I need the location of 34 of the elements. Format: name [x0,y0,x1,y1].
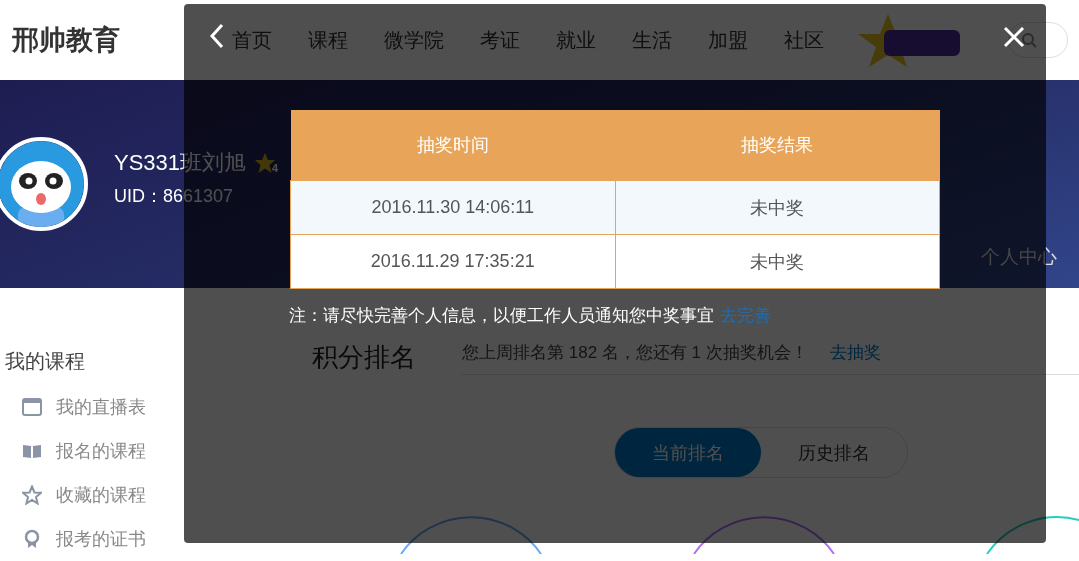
nav-link[interactable]: 就业 [556,26,596,54]
nav-link[interactable]: 加盟 [708,26,748,54]
sidebar-title: 我的课程 [5,349,86,374]
level-badge: 4 [254,152,279,174]
section-title: 积分排名 [312,341,417,374]
sidebar-link[interactable]: 报考的证书 [56,527,146,551]
nav-link[interactable]: 首页 [232,26,272,54]
nav-link[interactable]: 考证 [480,26,520,54]
sidebar-link[interactable]: 收藏的课程 [56,483,146,507]
site-logo[interactable]: 邢帅教育 [12,22,202,58]
ranking-summary: 您上周排名第 182 名，您还有 1 次抽奖机会！ [462,342,808,364]
sidebar-link[interactable]: 报名的课程 [56,439,146,463]
nav-link[interactable]: 课程 [308,26,348,54]
complete-info-link[interactable]: 去完善 [720,304,771,327]
calendar-icon [22,397,42,417]
user-id: UID：8661307 [114,185,235,208]
notice-text: 注：请尽快完善个人信息，以便工作人员通知您中奖事宜 [289,305,714,327]
draw-link[interactable]: 去抽奖 [829,341,881,364]
nav-link[interactable]: 社区 [784,26,824,54]
ranking-tab[interactable]: 历史排名 [761,428,907,477]
search-icon [1021,32,1037,48]
ranking-tab[interactable]: 当前排名 [615,428,761,477]
table-cell: 2016.11.30 14:06:11 [290,180,615,235]
nav-link[interactable]: 生活 [632,26,672,54]
table-cell: 2016.11.29 17:35:21 [290,234,615,289]
award-icon [22,529,42,549]
table-cell: 未中奖 [615,180,940,235]
star-icon [22,485,42,505]
sidebar-link[interactable]: 我的直播表 [56,395,146,419]
nav-link[interactable]: 微学院 [384,26,444,54]
column-header: 抽奖时间 [290,110,615,181]
table-cell: 未中奖 [615,234,940,289]
column-header: 抽奖结果 [615,110,940,181]
close-icon[interactable] [1003,26,1025,48]
